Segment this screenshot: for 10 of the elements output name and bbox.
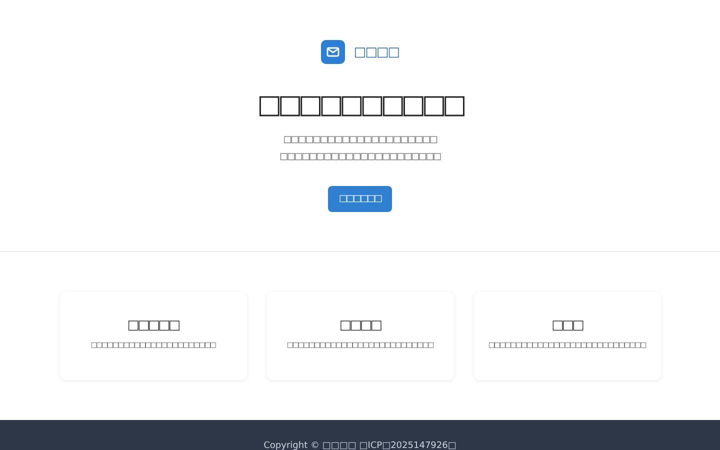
feature-title: □□□□□	[127, 318, 179, 333]
hero-description: □□□□□□□□□□□□□□□□□□□□□□	[280, 151, 440, 164]
hero-description: □□□□□□□□□□□□□□□□□□□□□	[283, 134, 437, 147]
feature-title: □□□□	[339, 318, 381, 333]
feature-title: □□□	[552, 318, 582, 333]
envelope-icon	[320, 40, 345, 64]
hero-title: □□□□□□□□□□	[257, 89, 463, 122]
copyright-text: Copyright © □□□□ □ICP□2025147926□	[264, 441, 456, 450]
brand-name: □□□□	[354, 44, 400, 60]
cta-button[interactable]: □□□□□□	[328, 186, 392, 212]
